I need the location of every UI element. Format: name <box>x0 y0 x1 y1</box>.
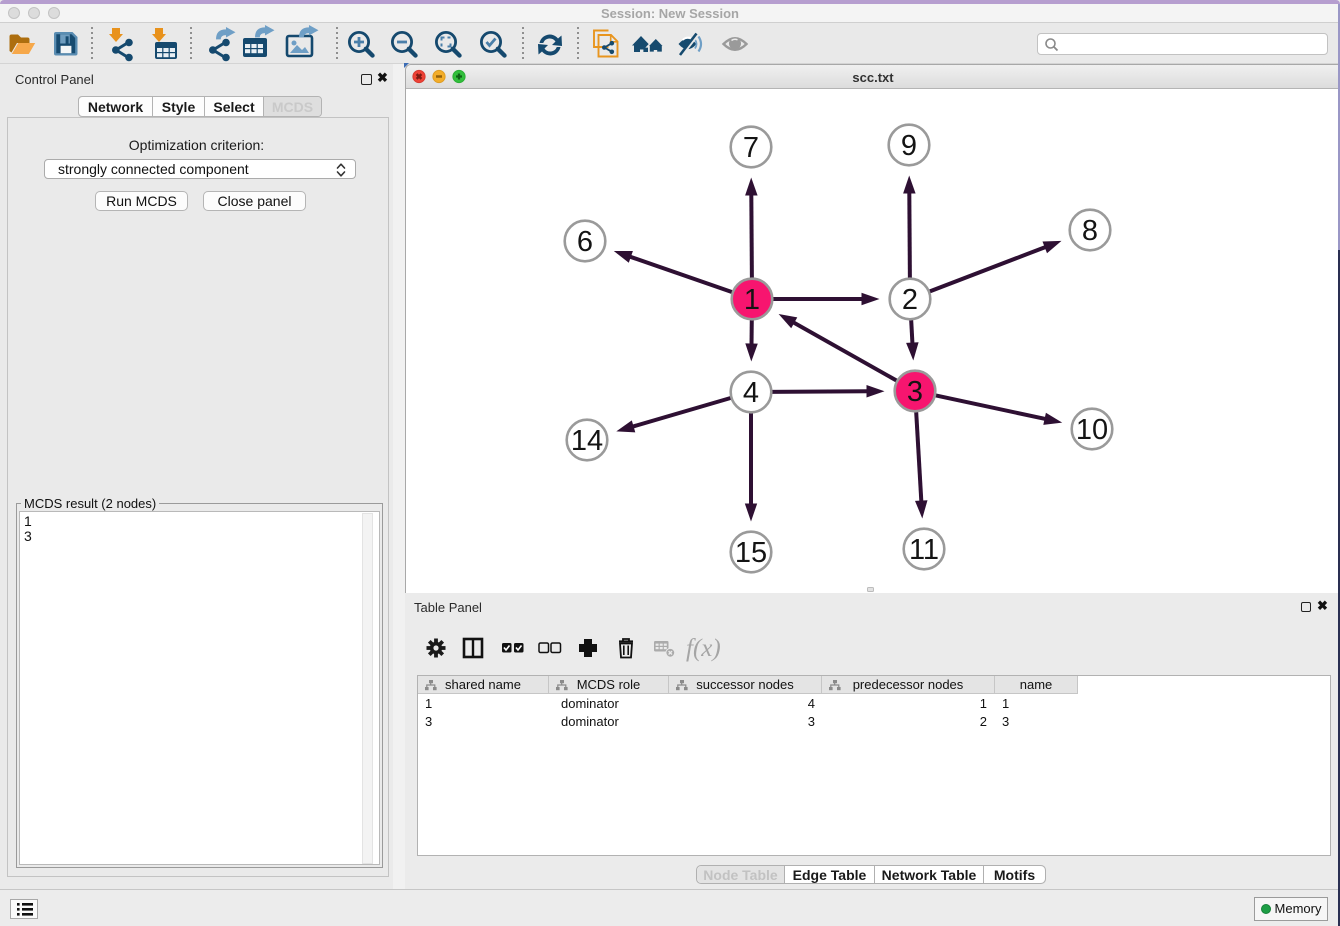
svg-text:10: 10 <box>1076 414 1108 446</box>
svg-text:2: 2 <box>902 284 918 316</box>
svg-text:15: 15 <box>735 537 767 569</box>
svg-text:14: 14 <box>571 425 603 457</box>
svg-text:6: 6 <box>577 226 593 258</box>
svg-text:3: 3 <box>907 376 923 408</box>
svg-text:1: 1 <box>744 284 760 316</box>
svg-text:f(x): f(x) <box>686 635 721 662</box>
svg-text:11: 11 <box>909 534 939 566</box>
svg-text:8: 8 <box>1082 215 1098 247</box>
svg-text:7: 7 <box>743 132 759 164</box>
svg-text:9: 9 <box>901 130 917 162</box>
svg-text:4: 4 <box>743 377 759 409</box>
